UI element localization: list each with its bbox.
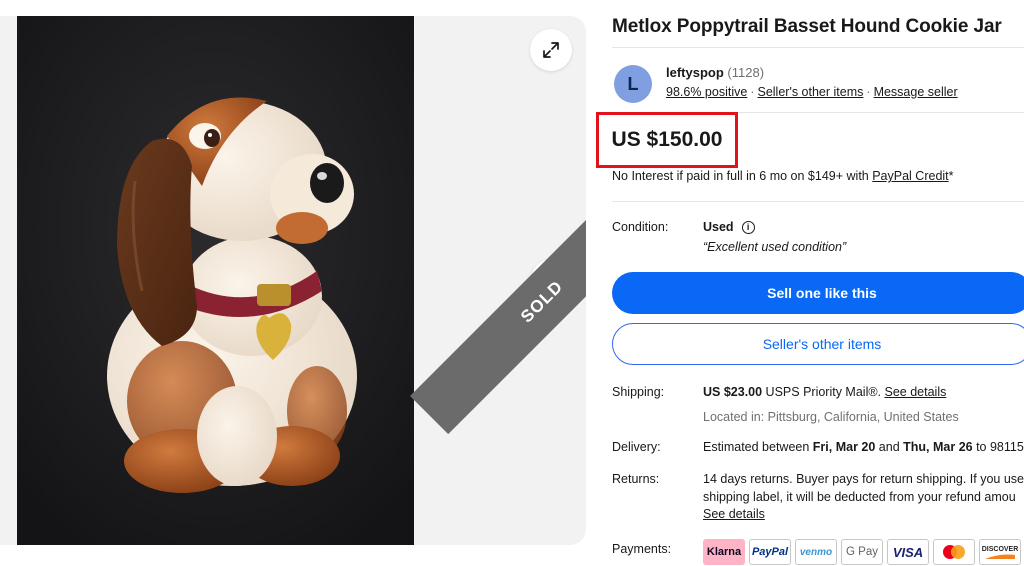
seller-feedback-count: (1128) xyxy=(727,65,765,80)
returns-see-details-link[interactable]: See details xyxy=(703,507,765,521)
discover-stripe-icon xyxy=(985,554,1015,559)
financing-text: No Interest if paid in full in 6 mo on $… xyxy=(612,169,873,183)
shipping-method: USPS Priority Mail®. xyxy=(762,385,885,399)
payment-methods: Klarna PayPal venmo G Pay VISA DISCOVER xyxy=(703,539,1021,565)
payments-label: Payments: xyxy=(612,542,672,556)
shipping-price: US $23.00 xyxy=(703,385,763,399)
paypal-credit-link[interactable]: PayPal Credit xyxy=(872,169,948,183)
condition-value: Used i xyxy=(703,220,755,234)
item-details-panel: Metlox Poppytrail Basset Hound Cookie Ja… xyxy=(596,0,1024,566)
returns-policy-line1: 14 days returns. Buyer pays for return s… xyxy=(703,472,1024,486)
financing-offer: No Interest if paid in full in 6 mo on $… xyxy=(612,169,954,183)
sellers-other-items-button[interactable]: Seller's other items xyxy=(612,323,1024,365)
section-divider xyxy=(612,201,1024,202)
returns-label: Returns: xyxy=(612,472,660,486)
condition-label: Condition: xyxy=(612,220,669,234)
seller-name-row: leftyspop (1128) xyxy=(666,65,764,80)
price-highlight-box: US $150.00 xyxy=(596,112,738,168)
discover-logo: DISCOVER xyxy=(979,539,1021,565)
sold-label: SOLD xyxy=(517,276,567,327)
delivery-label: Delivery: xyxy=(612,440,661,454)
delivery-and: and xyxy=(875,440,904,454)
delivery-zip: to 98115 xyxy=(972,440,1024,454)
expand-arrows-icon xyxy=(543,42,559,58)
returns-policy-line2: shipping label, it will be deducted from… xyxy=(703,490,1016,504)
condition-text: Used xyxy=(703,220,734,234)
seller-links: 98.6% positive · Seller's other items · Mess… xyxy=(666,85,958,99)
seller-other-items-link[interactable]: Seller's other items xyxy=(757,85,863,99)
seller-card: L leftyspop (1128) 98.6% positive · Seller… xyxy=(612,47,1024,113)
paypal-logo: PayPal xyxy=(749,539,791,565)
mastercard-logo xyxy=(933,539,975,565)
mastercard-icon xyxy=(943,545,965,559)
seller-name[interactable]: leftyspop xyxy=(666,65,724,80)
discover-text: DISCOVER xyxy=(981,545,1019,553)
shipping-label: Shipping: xyxy=(612,385,665,399)
info-circle-icon[interactable]: i xyxy=(741,220,755,234)
visa-logo: VISA xyxy=(887,539,929,565)
product-photo[interactable] xyxy=(17,16,414,545)
google-pay-logo: G Pay xyxy=(841,539,883,565)
shipping-see-details-link[interactable]: See details xyxy=(885,385,947,399)
shipping-value: US $23.00 USPS Priority Mail®. See detai… xyxy=(703,385,946,399)
item-price: US $150.00 xyxy=(611,128,723,151)
klarna-logo: Klarna xyxy=(703,539,745,565)
seller-avatar[interactable]: L xyxy=(614,65,652,103)
sell-one-like-this-button[interactable]: Sell one like this xyxy=(612,272,1024,314)
basset-hound-cookie-jar-image xyxy=(17,16,414,545)
returns-details: See details xyxy=(703,507,765,521)
delivery-start: Fri, Mar 20 xyxy=(812,440,876,454)
sold-ribbon: SOLD xyxy=(410,127,586,435)
image-gallery: SOLD xyxy=(0,16,586,545)
venmo-logo: venmo xyxy=(795,539,837,565)
item-location: Located in: Pittsburg, California, Unite… xyxy=(703,410,959,424)
delivery-prefix: Estimated between xyxy=(703,440,813,454)
delivery-end: Thu, Mar 26 xyxy=(903,440,973,454)
financing-asterisk: * xyxy=(948,169,954,183)
expand-image-button[interactable] xyxy=(530,29,572,71)
item-title: Metlox Poppytrail Basset Hound Cookie Ja… xyxy=(612,16,1002,37)
seller-positive-link[interactable]: 98.6% positive xyxy=(666,85,747,99)
delivery-estimate: Estimated between Fri, Mar 20 and Thu, M… xyxy=(703,440,1024,454)
condition-note: “Excellent used condition” xyxy=(703,240,847,254)
message-seller-link[interactable]: Message seller xyxy=(874,85,958,99)
